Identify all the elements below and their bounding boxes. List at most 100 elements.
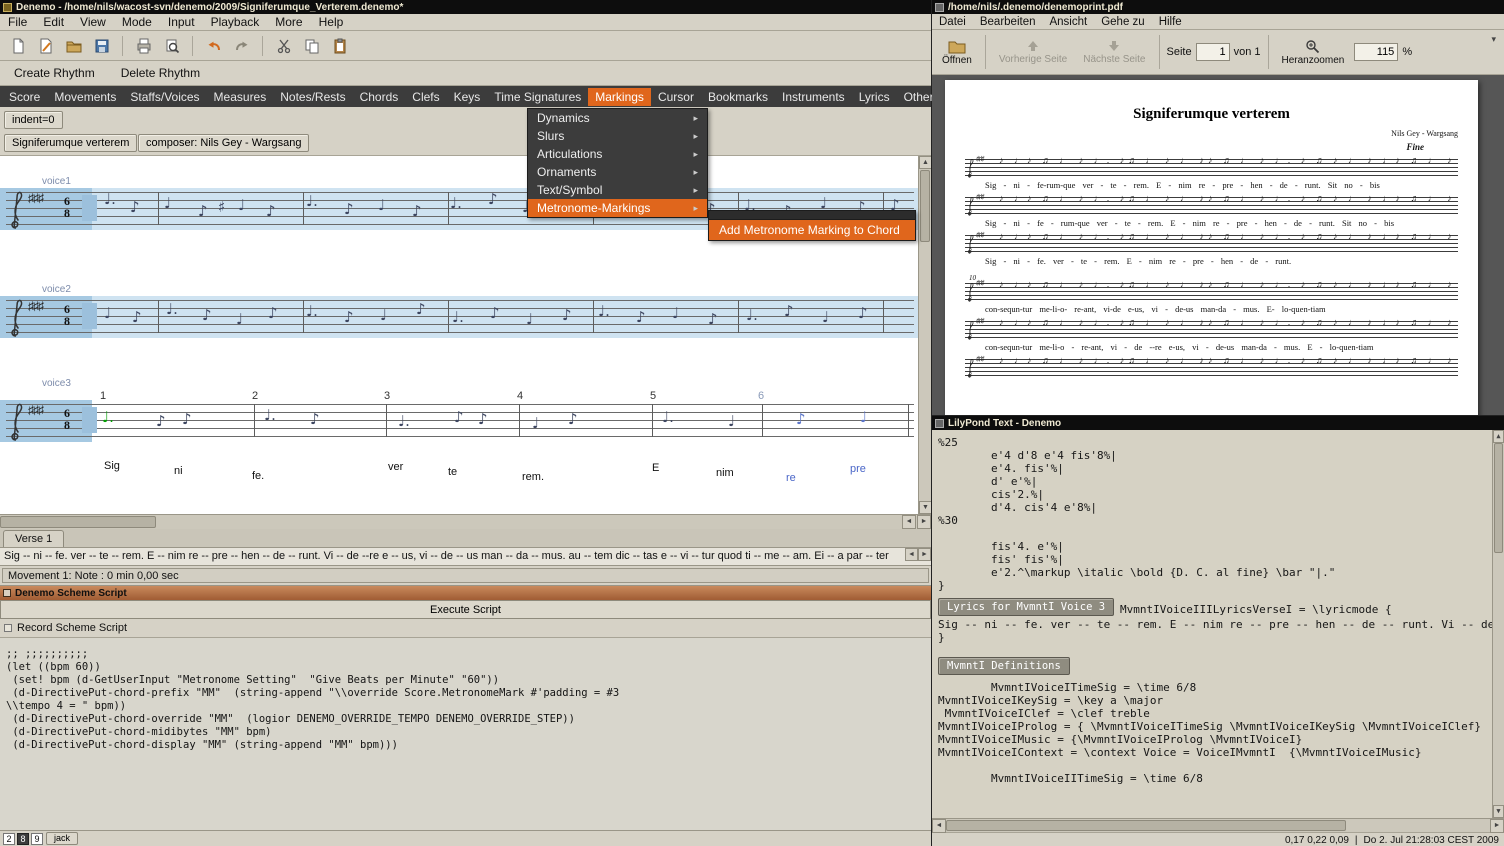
note-icon[interactable]: ♪ [488, 192, 498, 207]
composer-button[interactable]: composer: Nils Gey - Wargsang [138, 134, 310, 152]
command-menu-item[interactable]: Keys [447, 88, 488, 106]
staff-voice3[interactable]: ♯♯♯ 68 ♩. ♪ ♪ ♩. ♪ ♩. ♪ ♪ ♩ ♪ ♩. ♩ ♪ ♩ [6, 403, 914, 437]
scroll-down-icon[interactable]: ▼ [919, 501, 931, 514]
verse-scroll-right-icon[interactable]: ► [918, 548, 931, 561]
note-icon[interactable]: ♪ [562, 308, 572, 323]
status-box[interactable]: 2 [3, 832, 15, 845]
menu-item[interactable]: Text/Symbol ▸ [528, 181, 707, 199]
note-icon[interactable]: ♪ [796, 412, 806, 427]
note-icon[interactable]: ♩ [164, 196, 171, 211]
note-icon[interactable]: ♪ [268, 306, 278, 321]
menubar-item[interactable]: View [72, 14, 114, 30]
command-menu-item[interactable]: Notes/Rests [273, 88, 352, 106]
rhythm-tool-button[interactable]: Delete Rhythm [117, 64, 204, 82]
note-icon[interactable]: ♩. [104, 192, 116, 207]
menu-item[interactable]: Slurs ▸ [528, 127, 707, 145]
status-box[interactable]: 8 [17, 832, 29, 845]
note-icon[interactable]: ♩ [820, 196, 827, 211]
record-checkbox-icon[interactable] [4, 624, 12, 632]
note-icon[interactable]: ♩ [380, 308, 387, 323]
note-icon[interactable]: ♪ [202, 308, 212, 323]
score-title-button[interactable]: Signiferumque verterem [4, 134, 138, 152]
scroll-left-icon[interactable]: ◄ [932, 819, 946, 833]
command-menu-item[interactable]: Instruments [775, 88, 852, 106]
treble-clef-icon[interactable] [8, 398, 23, 443]
menubar-item[interactable]: Hilfe [1152, 15, 1189, 29]
cursor-chord-highlight[interactable] [82, 195, 97, 221]
verse-scroll-left-icon[interactable]: ◄ [905, 548, 918, 561]
open-icon[interactable] [61, 34, 86, 58]
cursor-chord-highlight[interactable] [82, 407, 97, 433]
note-icon[interactable]: ♩ [526, 312, 533, 327]
command-menu-item[interactable]: Movements [47, 88, 123, 106]
menubar-item[interactable]: Bearbeiten [973, 15, 1043, 29]
score-vertical-scrollbar[interactable]: ▲ ▼ [918, 156, 931, 514]
command-menu-item[interactable]: Staffs/Voices [123, 88, 206, 106]
staff-voice2[interactable]: ♯♯♯ 68 ♩ ♪ ♩. ♪ ♩ ♪ ♩. ♪ ♩ ♪ ♩. ♪ ♩ ♪ ♩. ♪ ♩ ♪ ♩. ♪ ♩ ♪ [6, 299, 914, 333]
lyric-syllable[interactable]: ni [174, 465, 183, 477]
lyric-syllable[interactable]: E [652, 462, 659, 474]
note-icon[interactable]: ♪ [182, 412, 192, 427]
command-menu-item[interactable]: Lyrics [852, 88, 897, 106]
note-icon[interactable]: ♩. [746, 308, 758, 323]
open-button[interactable]: Öffnen [936, 37, 978, 68]
menubar-item[interactable]: Help [311, 14, 352, 30]
note-icon[interactable]: ♪ [344, 202, 354, 217]
menubar-item[interactable]: File [0, 14, 35, 30]
paste-icon[interactable] [327, 34, 352, 58]
menubar-item[interactable]: More [267, 14, 310, 30]
toolbar-overflow-icon[interactable]: ▾ [1487, 34, 1500, 45]
key-signature-icon[interactable]: ♯♯♯ [28, 299, 44, 313]
page-number-input[interactable] [1195, 43, 1230, 61]
previous-page-button[interactable]: Vorherige Seite [993, 37, 1073, 67]
note-icon[interactable]: ♪ [156, 414, 166, 429]
time-signature[interactable]: 68 [64, 407, 70, 431]
key-signature-icon[interactable]: ♯♯♯ [28, 403, 44, 417]
scroll-thumb[interactable] [0, 516, 156, 528]
execute-script-button[interactable]: Execute Script [0, 600, 931, 619]
scroll-thumb[interactable] [946, 820, 1346, 831]
note-icon[interactable]: ♪ [708, 312, 718, 327]
pdf-canvas[interactable]: Signiferumque verterem Nils Gey - Wargsa… [932, 75, 1504, 415]
menubar-item[interactable]: Datei [932, 15, 973, 29]
next-page-button[interactable]: Nächste Seite [1077, 37, 1151, 67]
menubar-item[interactable]: Input [160, 14, 203, 30]
lyric-syllable[interactable]: rem. [522, 471, 544, 483]
time-signature[interactable]: 68 [64, 303, 70, 327]
rhythm-tool-button[interactable]: Create Rhythm [10, 64, 99, 82]
scroll-up-icon[interactable]: ▲ [1493, 430, 1504, 443]
lilypond-vertical-scrollbar[interactable]: ▲ ▼ [1492, 430, 1504, 818]
definitions-button[interactable]: MvmntI Definitions [938, 657, 1070, 675]
command-menu-item[interactable]: Measures [207, 88, 274, 106]
note-icon[interactable]: ♩ [672, 306, 679, 321]
command-menu-item[interactable]: Chords [353, 88, 406, 106]
scroll-up-icon[interactable]: ▲ [919, 156, 931, 169]
lyric-syllable[interactable]: pre [850, 463, 866, 475]
note-icon[interactable]: ♪ [130, 200, 140, 215]
time-signature[interactable]: 68 [64, 195, 70, 219]
note-icon[interactable]: ♪ [416, 302, 426, 317]
undo-icon[interactable] [201, 34, 226, 58]
zoom-input[interactable] [1354, 43, 1399, 61]
add-metronome-marking-item[interactable]: Add Metronome Marking to Chord [709, 220, 915, 240]
note-icon[interactable]: ♪ [478, 412, 488, 427]
note-icon[interactable]: ♪ [858, 306, 868, 321]
new-from-template-icon[interactable] [33, 34, 58, 58]
command-menu-item[interactable]: Time Signatures [487, 88, 588, 106]
note-icon[interactable]: ♩. [450, 196, 462, 211]
note-icon[interactable]: ♪ [266, 204, 276, 219]
cut-icon[interactable] [271, 34, 296, 58]
command-menu-item[interactable]: Clefs [405, 88, 446, 106]
note-icon[interactable]: ♪ [568, 412, 578, 427]
scroll-right-icon[interactable]: ► [1490, 819, 1504, 833]
note-icon[interactable]: ♪ [310, 412, 320, 427]
note-icon[interactable]: ♪ [636, 310, 646, 325]
treble-clef-icon[interactable] [8, 294, 23, 339]
pdf-titlebar[interactable]: /home/nils/.denemo/denemoprint.pdf [932, 0, 1504, 14]
print-preview-icon[interactable] [159, 34, 184, 58]
note-icon[interactable]: ♩. [598, 304, 610, 319]
lyrics-voice3-button[interactable]: Lyrics for MvmntI Voice 3 [938, 598, 1115, 616]
note-icon[interactable]: ♩. [662, 410, 674, 425]
scroll-down-icon[interactable]: ▼ [1493, 805, 1504, 818]
note-icon[interactable]: ♪ [490, 306, 500, 321]
